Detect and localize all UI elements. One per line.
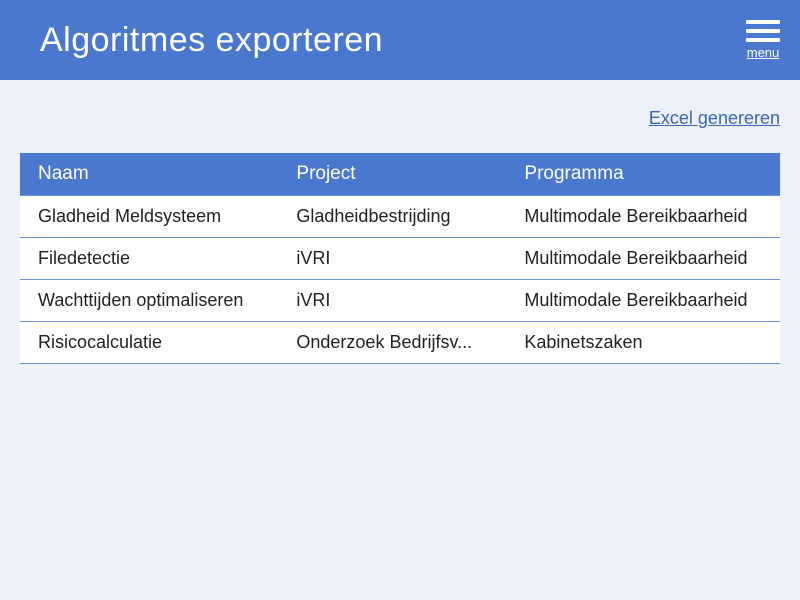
menu-label: menu [747,45,780,60]
col-header-programma[interactable]: Programma [506,153,780,196]
cell-project: iVRI [278,280,506,322]
table-row[interactable]: Gladheid Meldsysteem Gladheidbestrijding… [20,196,780,238]
cell-naam: Gladheid Meldsysteem [20,196,278,238]
cell-programma: Kabinetszaken [506,322,780,364]
generate-excel-link[interactable]: Excel genereren [649,108,780,128]
cell-programma: Multimodale Bereikbaarheid [506,238,780,280]
table-row[interactable]: Risicocalculatie Onderzoek Bedrijfsv... … [20,322,780,364]
col-header-project[interactable]: Project [278,153,506,196]
table-header-row: Naam Project Programma [20,153,780,196]
cell-programma: Multimodale Bereikbaarheid [506,280,780,322]
content-area: Excel genereren Naam Project Programma G… [0,80,800,384]
cell-programma: Multimodale Bereikbaarheid [506,196,780,238]
col-header-naam[interactable]: Naam [20,153,278,196]
menu-button[interactable]: menu [746,20,780,60]
hamburger-icon [746,20,780,42]
action-row: Excel genereren [20,100,780,153]
cell-naam: Wachttijden optimaliseren [20,280,278,322]
algorithms-table: Naam Project Programma Gladheid Meldsyst… [20,153,780,364]
cell-project: iVRI [278,238,506,280]
cell-naam: Filedetectie [20,238,278,280]
cell-project: Onderzoek Bedrijfsv... [278,322,506,364]
app-header: Algoritmes exporteren menu [0,0,800,80]
page-title: Algoritmes exporteren [40,21,383,60]
cell-naam: Risicocalculatie [20,322,278,364]
cell-project: Gladheidbestrijding [278,196,506,238]
table-row[interactable]: Wachttijden optimaliseren iVRI Multimoda… [20,280,780,322]
table-row[interactable]: Filedetectie iVRI Multimodale Bereikbaar… [20,238,780,280]
